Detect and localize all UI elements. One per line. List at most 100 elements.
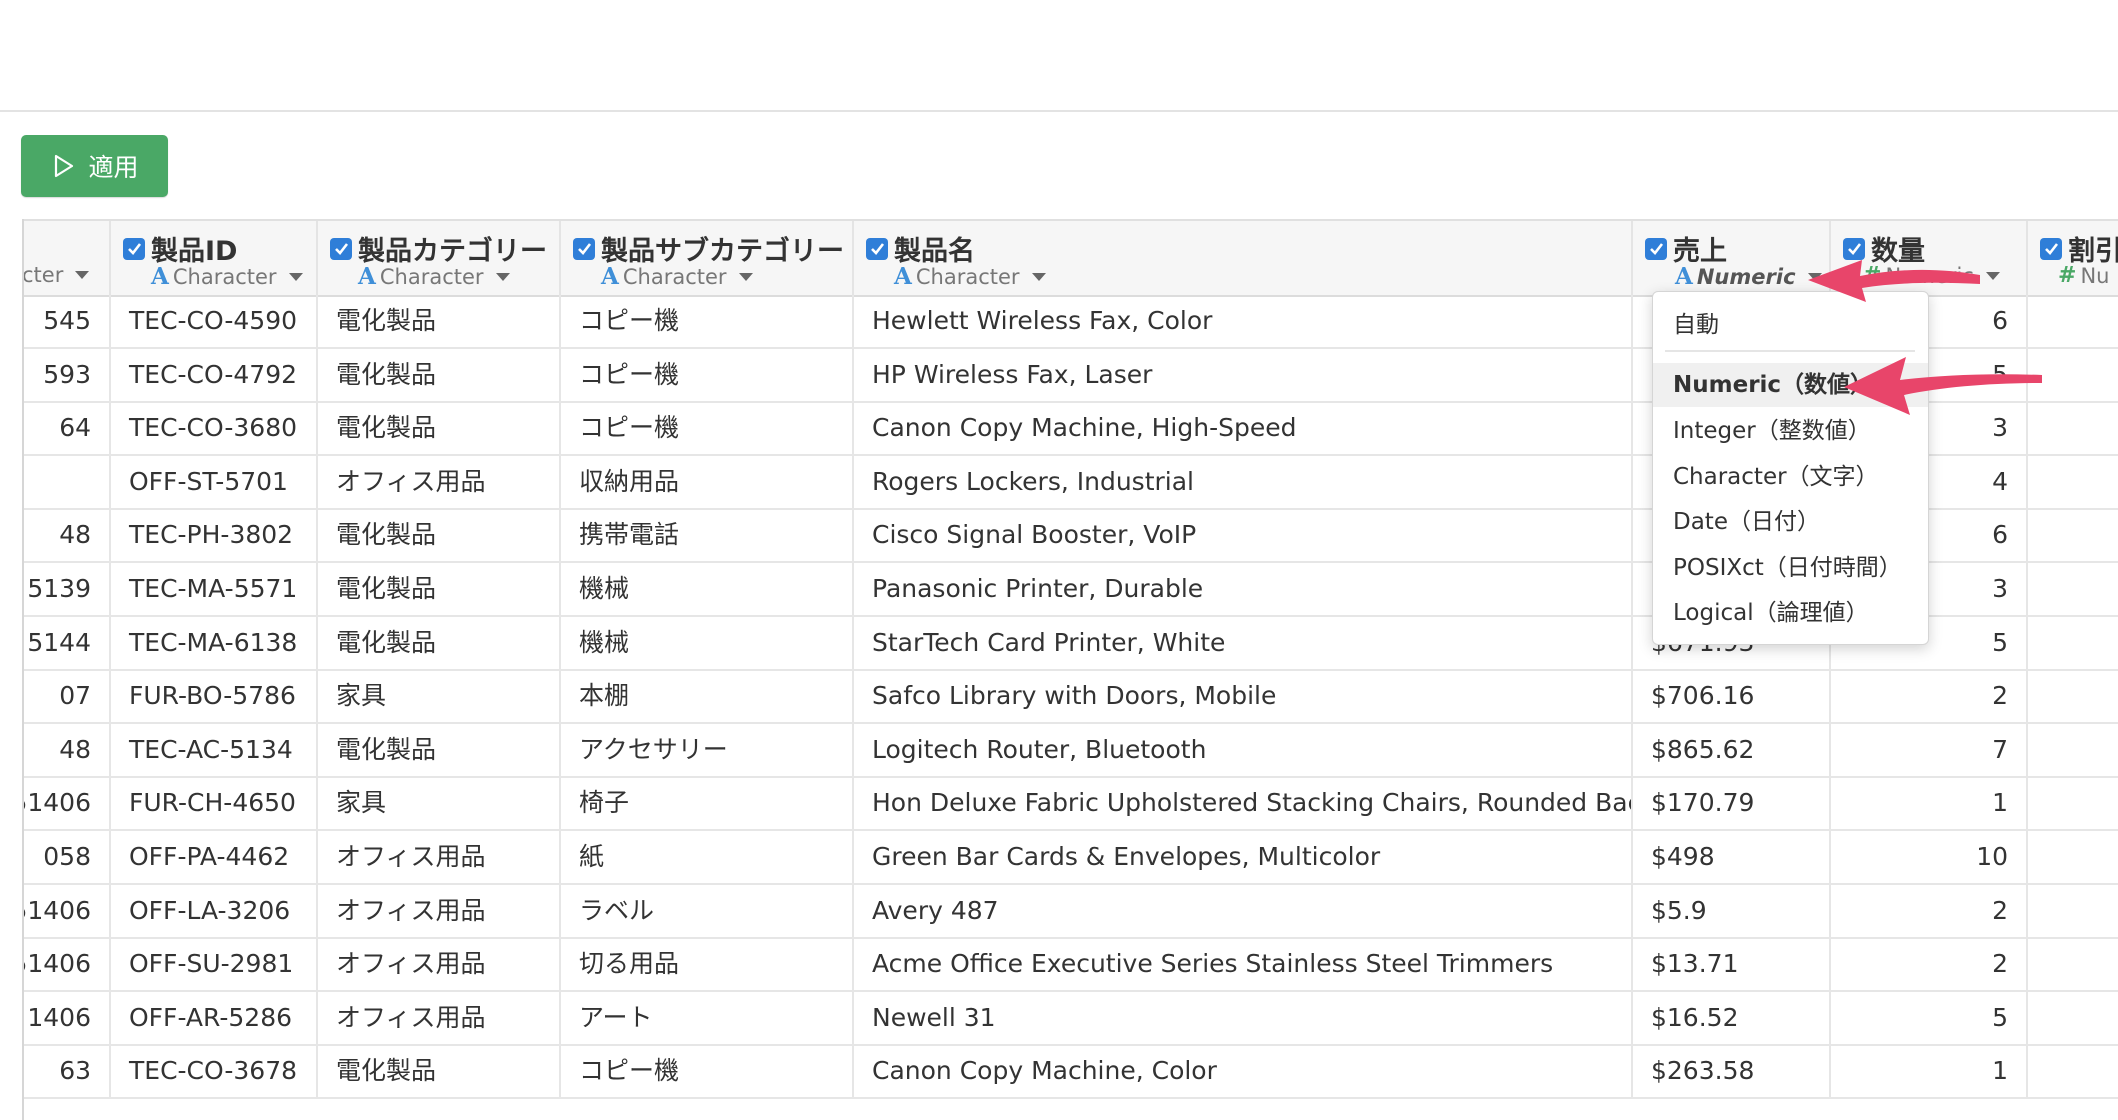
discount-cell[interactable] (2028, 938, 2118, 990)
product-id-cell[interactable]: TEC-AC-5134 (111, 723, 318, 776)
quantity-cell[interactable]: 1 (1831, 777, 2028, 830)
table-row[interactable]: 51406OFF-SU-2981オフィス用品切る用品Acme Office Ex… (22, 938, 2118, 993)
table-row[interactable]: 48 TEC-AC-5134 電化製品 アクセサリー Logitech Router, … (22, 723, 2118, 778)
column-header-quantity[interactable]: 数量 # Numeric (1831, 221, 2028, 295)
product-id-cell[interactable]: OFF-PA-4462 (111, 831, 318, 883)
product-id-cell[interactable]: OFF-ST-5701 (111, 455, 318, 508)
discount-cell[interactable] (2028, 1045, 2118, 1097)
column-type-selector[interactable]: A Numeric (1675, 263, 1822, 290)
table-row[interactable]: 1406 OFF-AR-5286 オフィス用品 アート Newell 31 $16.52 5 (22, 991, 2118, 1046)
category-cell[interactable]: オフィス用品 (318, 884, 561, 937)
category-cell[interactable]: 家具 (318, 670, 561, 723)
discount-cell[interactable] (2028, 295, 2118, 347)
row-cell-cut[interactable]: 545 (22, 295, 111, 347)
category-cell[interactable]: 電化製品 (318, 563, 561, 615)
row-cell-cut[interactable]: 64 (22, 402, 111, 455)
column-header-product-category[interactable]: 製品カテゴリー A Character (318, 221, 561, 295)
type-option-logical[interactable]: Logical（論理値） (1653, 591, 1928, 635)
row-cell-cut[interactable]: 51406 (22, 884, 111, 937)
product-name-cell[interactable]: Canon Copy Machine, High-Speed (854, 402, 1633, 455)
column-checkbox[interactable] (2040, 237, 2062, 260)
discount-cell[interactable] (2028, 777, 2118, 829)
quantity-cell[interactable]: 7 (1831, 723, 2028, 776)
row-cell-cut[interactable]: 5144 (22, 616, 111, 669)
discount-cell[interactable] (2028, 885, 2118, 937)
product-name-cell[interactable]: Avery 487 (854, 884, 1633, 937)
row-cell-cut[interactable]: 51406 (22, 938, 111, 991)
row-cell-cut[interactable]: 51406 (22, 777, 111, 830)
type-option-integer[interactable]: Integer（整数値） (1653, 409, 1928, 453)
row-cell-cut[interactable]: 48 (22, 509, 111, 562)
subcategory-cell[interactable]: 本棚 (561, 670, 854, 723)
product-name-cell[interactable]: Rogers Lockers, Industrial (854, 455, 1633, 508)
table-row[interactable]: 51406OFF-LA-3206オフィス用品ラベルAvery 487$5.92 (22, 884, 2118, 939)
subcategory-cell[interactable]: コピー機 (561, 295, 854, 347)
column-checkbox[interactable] (330, 237, 352, 260)
row-cell-cut[interactable]: 07 (22, 670, 111, 723)
subcategory-cell[interactable]: アクセサリー (561, 723, 854, 776)
row-cell-cut[interactable]: 058 (22, 831, 111, 883)
sales-cell[interactable]: $865.62 (1633, 723, 1831, 776)
sales-cell[interactable]: $170.79 (1633, 777, 1831, 830)
sales-cell[interactable]: $5.9 (1633, 884, 1831, 937)
column-checkbox[interactable] (866, 237, 888, 260)
quantity-cell[interactable]: 2 (1831, 884, 2028, 937)
product-name-cell[interactable]: Logitech Router, Bluetooth (854, 723, 1633, 776)
subcategory-cell[interactable]: 切る用品 (561, 938, 854, 991)
discount-cell[interactable] (2028, 617, 2118, 669)
sales-cell[interactable]: $706.16 (1633, 670, 1831, 723)
category-cell[interactable]: 電化製品 (318, 509, 561, 562)
column-checkbox[interactable] (1843, 237, 1865, 260)
column-type-selector[interactable]: A Character (358, 263, 510, 290)
category-cell[interactable]: 電化製品 (318, 295, 561, 347)
product-name-cell[interactable]: Hewlett Wireless Fax, Color (854, 295, 1633, 347)
column-type-selector[interactable]: cter (22, 263, 90, 287)
product-name-cell[interactable]: Hon Deluxe Fabric Upholstered Stacking C… (854, 777, 1633, 830)
discount-cell[interactable] (2028, 670, 2118, 722)
quantity-cell[interactable]: 1 (1831, 1045, 2028, 1098)
category-cell[interactable]: オフィス用品 (318, 831, 561, 883)
product-id-cell[interactable]: FUR-CH-4650 (111, 777, 318, 830)
category-cell[interactable]: 電化製品 (318, 723, 561, 776)
subcategory-cell[interactable]: アート (561, 991, 854, 1044)
column-header-product-subcategory[interactable]: 製品サブカテゴリー A Character (561, 221, 854, 295)
product-id-cell[interactable]: FUR-BO-5786 (111, 670, 318, 723)
quantity-cell[interactable]: 2 (1831, 670, 2028, 723)
column-checkbox[interactable] (1645, 237, 1667, 260)
subcategory-cell[interactable]: 携帯電話 (561, 509, 854, 562)
discount-cell[interactable] (2028, 349, 2118, 401)
subcategory-cell[interactable]: コピー機 (561, 402, 854, 455)
category-cell[interactable]: 電化製品 (318, 348, 561, 401)
quantity-cell[interactable]: 5 (1831, 991, 2028, 1044)
product-name-cell[interactable]: Green Bar Cards & Envelopes, Multicolor (854, 831, 1633, 883)
discount-cell[interactable] (2028, 563, 2118, 615)
subcategory-cell[interactable]: コピー機 (561, 348, 854, 401)
column-checkbox[interactable] (573, 237, 595, 260)
category-cell[interactable]: 電化製品 (318, 1045, 561, 1098)
column-header-cut[interactable]: cter (22, 221, 111, 295)
product-name-cell[interactable]: Cisco Signal Booster, VoIP (854, 509, 1633, 562)
product-id-cell[interactable]: OFF-LA-3206 (111, 884, 318, 937)
category-cell[interactable]: オフィス用品 (318, 455, 561, 508)
column-header-product-id[interactable]: 製品ID A Character (111, 221, 318, 295)
discount-cell[interactable] (2028, 456, 2118, 508)
product-id-cell[interactable]: OFF-AR-5286 (111, 991, 318, 1044)
subcategory-cell[interactable]: 紙 (561, 831, 854, 883)
column-checkbox[interactable] (123, 237, 145, 260)
column-type-selector[interactable]: A Character (151, 263, 303, 290)
sales-cell[interactable]: $16.52 (1633, 991, 1831, 1044)
type-option-auto[interactable]: 自動 (1653, 303, 1928, 347)
table-row[interactable]: 63 TEC-CO-3678 電化製品 コピー機 Canon Copy Machine,… (22, 1045, 2118, 1100)
product-name-cell[interactable]: Newell 31 (854, 991, 1633, 1044)
product-id-cell[interactable]: TEC-CO-3678 (111, 1045, 318, 1098)
discount-cell[interactable] (2028, 724, 2118, 776)
column-type-selector[interactable]: # Nu (2058, 263, 2109, 288)
column-type-selector[interactable]: # Numeric (1863, 263, 2000, 288)
category-cell[interactable]: オフィス用品 (318, 938, 561, 991)
category-cell[interactable]: オフィス用品 (318, 991, 561, 1044)
row-cell-cut[interactable] (22, 455, 111, 508)
sales-cell[interactable]: $498 (1633, 831, 1831, 883)
type-option-posixct[interactable]: POSIXct（日付時間） (1653, 546, 1928, 590)
table-row[interactable]: 07 FUR-BO-5786 家具 本棚 Safco Library with Door… (22, 670, 2118, 725)
discount-cell[interactable] (2028, 992, 2118, 1044)
